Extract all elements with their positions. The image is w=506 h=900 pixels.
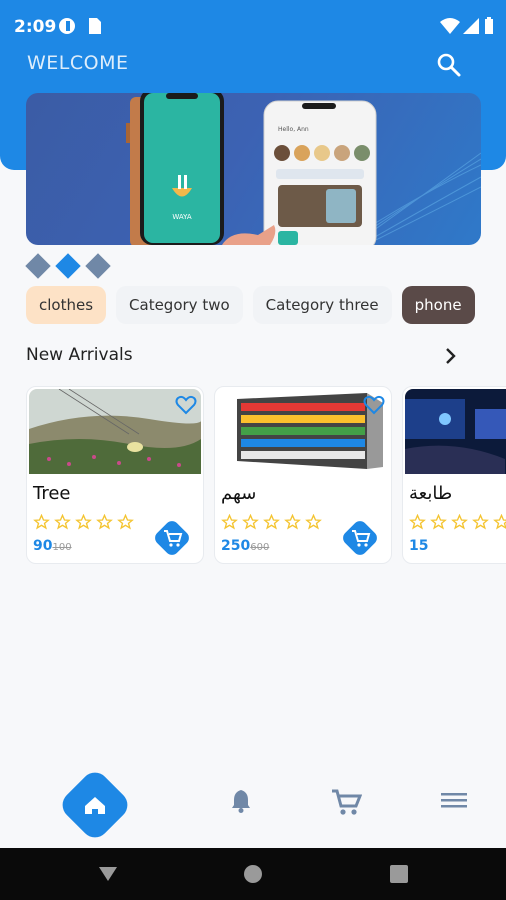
category-chip-clothes[interactable]: clothes [26,286,107,324]
home-system-icon[interactable] [243,864,263,888]
star-icon [242,514,259,530]
star-icon [54,514,71,530]
add-to-cart-button[interactable] [339,517,381,559]
category-chip-phone[interactable]: phone [401,286,475,324]
signal-icon [462,17,480,39]
add-to-cart-button[interactable] [151,517,193,559]
rating-stars[interactable] [33,514,134,530]
battery-icon [484,17,494,39]
product-name: سهم [221,483,257,504]
old-price: 600 [250,542,270,553]
product-name: Tree [33,483,71,504]
back-icon[interactable] [98,866,118,886]
star-icon [493,514,506,530]
star-icon [284,514,301,530]
product-price: 90100 [33,538,72,554]
product-card[interactable]: طابعة 15 [402,386,506,564]
old-price: 100 [52,542,72,553]
star-icon [451,514,468,530]
star-icon [263,514,280,530]
chevron-right-icon[interactable] [443,346,459,370]
section-title: New Arrivals [26,345,133,365]
product-card[interactable]: سهم 250600 [214,386,392,564]
product-image [405,389,506,474]
cart-icon[interactable] [330,788,363,820]
star-icon [221,514,238,530]
star-icon [33,514,50,530]
carousel-dot[interactable] [85,253,111,279]
sd-card-icon [86,17,102,39]
rating-stars[interactable] [409,514,506,530]
nav-home-button[interactable] [52,762,138,852]
category-chips: clothes Category two Category three phon… [26,286,481,324]
system-navigation-bar [0,848,506,900]
favorite-heart-icon[interactable] [363,395,385,419]
wifi-icon [440,17,460,39]
svg-text:WAYA: WAYA [172,213,192,221]
current-price: 90 [33,538,53,554]
page-title: WELCOME [27,52,129,74]
promo-banner[interactable]: WAYA Hello, Ann [26,93,481,245]
product-price: 250600 [221,538,269,554]
bell-icon[interactable] [229,788,253,818]
search-icon[interactable] [436,52,462,82]
star-icon [472,514,489,530]
star-icon [430,514,447,530]
favorite-heart-icon[interactable] [175,395,197,419]
menu-icon[interactable] [441,790,467,814]
carousel-indicator [25,253,111,279]
carousel-dot[interactable] [25,253,51,279]
status-time: 2:09 [14,17,57,37]
star-icon [117,514,134,530]
current-price: 15 [409,538,429,554]
notification-icon [58,17,78,39]
product-price: 15 [409,538,428,554]
star-icon [75,514,92,530]
star-icon [409,514,426,530]
star-icon [305,514,322,530]
category-chip-two[interactable]: Category two [116,286,243,324]
svg-text:Hello, Ann: Hello, Ann [278,126,309,133]
current-price: 250 [221,538,251,554]
product-name: طابعة [409,483,453,504]
product-card[interactable]: Tree 90100 [26,386,204,564]
category-chip-three[interactable]: Category three [252,286,392,324]
rating-stars[interactable] [221,514,322,530]
product-list: Tree 90100 سهم 250600 طابعة 15 [26,386,506,566]
recents-icon[interactable] [389,864,409,888]
bottom-navigation [0,760,506,848]
status-bar: 2:09 [0,0,506,56]
star-icon [96,514,113,530]
carousel-dot-active[interactable] [55,253,81,279]
